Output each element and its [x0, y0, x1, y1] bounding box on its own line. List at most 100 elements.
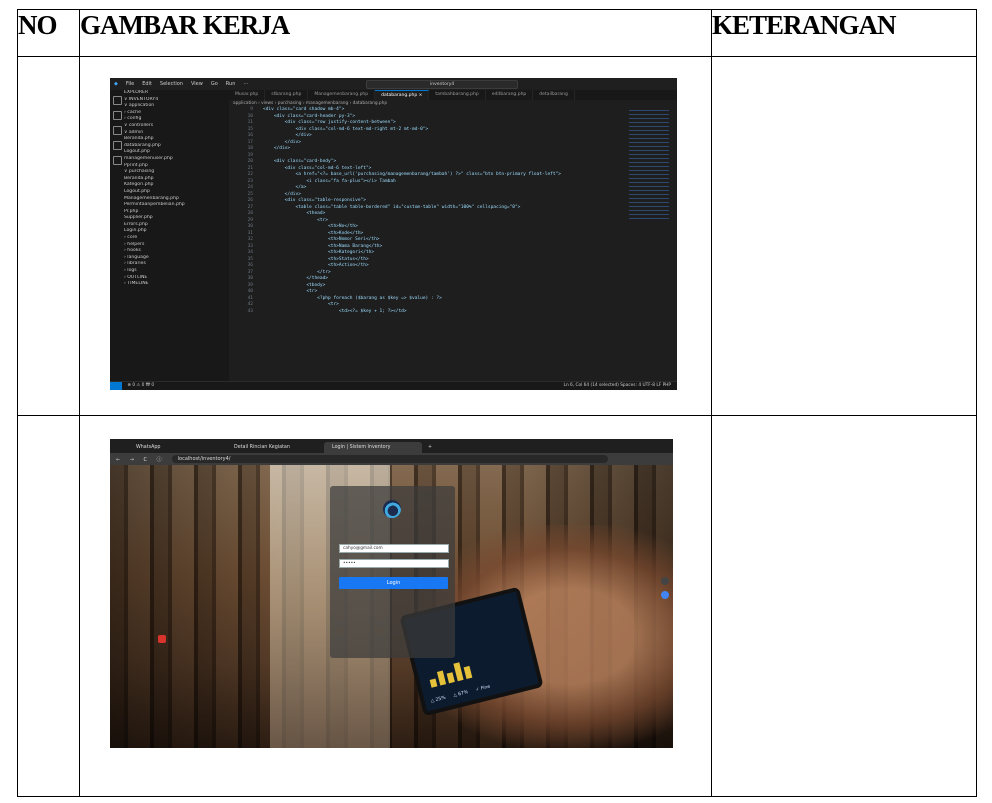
- status-problems: ⊗ 0 ⚠ 0 ₩ 0: [127, 383, 155, 388]
- new-tab-icon: +: [428, 445, 433, 450]
- line-number: 43: [247, 308, 253, 314]
- explorer-item: › hooks: [124, 248, 141, 254]
- explorer-item: Pr.php: [124, 208, 139, 214]
- command-search: inventory4: [366, 79, 519, 89]
- login-button: Login: [339, 577, 448, 589]
- code-text: <th>Status</th>: [263, 256, 369, 262]
- red-sign: [158, 635, 166, 643]
- menu-go: Go: [210, 81, 218, 87]
- source-control-icon: [112, 126, 122, 135]
- explorer-panel: EXPLORER ∨ INVENTORY4 ∨ application › cac…: [124, 90, 229, 382]
- code-text: <a href="<?= base_url('purchasing/manage…: [263, 172, 562, 177]
- header-keterangan: KETERANGAN: [711, 9, 977, 57]
- code-text: <th>Nomor Seri</th>: [263, 237, 380, 242]
- tab-whatsapp: WhatsApp: [136, 445, 161, 450]
- app-logo-icon: [383, 500, 401, 518]
- explorer-item: ∨ controllers: [124, 122, 154, 128]
- search-icon: [112, 111, 122, 120]
- code-text: <th>No</th>: [263, 224, 358, 229]
- browser-screenshot: WhatsApp Detail Rincian Kegiatan Login |…: [110, 439, 673, 748]
- activity-bar: [110, 90, 124, 382]
- explorer-item: Logout.php: [124, 188, 150, 194]
- code-text: </div>: [263, 146, 291, 151]
- explorer-item: › helpers: [124, 241, 145, 247]
- menu-run: Run: [225, 81, 236, 87]
- cell-no: [17, 56, 80, 416]
- code-line: 43 <td><?= $key + 1; ?></td>: [229, 309, 677, 316]
- vscode-screenshot: ◆ File Edit Selection View Go Run ··· in…: [110, 78, 677, 390]
- menu-view: View: [190, 81, 203, 87]
- code-text: </div>: [263, 133, 312, 138]
- explorer-item: Supplier.php: [124, 215, 153, 221]
- editor-tab: Managemenbarang.php: [308, 90, 376, 100]
- code-text: <div class="col-md-6 text-md-right mt-2 …: [263, 126, 429, 132]
- code-text: </tr>: [263, 269, 331, 275]
- status-cursor: Ln 6, Col 64 (14 selected) Spaces: 4 UTF…: [563, 383, 671, 388]
- explorer-item: Kategori.php: [124, 182, 154, 188]
- tablet-stats: △ 25% △ 67% ✓ Fine: [430, 684, 491, 705]
- explorer-item: ∨ admin: [124, 129, 144, 135]
- breadcrumb: application › views › purchasing › manag…: [233, 101, 388, 106]
- code-text: </thead>: [263, 276, 329, 281]
- cell-keterangan: [711, 415, 977, 797]
- password-field: •••••: [339, 559, 449, 568]
- code-text: <?php foreach ($barang as $key => $value…: [263, 295, 442, 301]
- editor-tab: editbarang.php: [486, 90, 534, 100]
- menu-selection: Selection: [159, 81, 183, 87]
- editor-tab: databarang.php ×: [375, 90, 430, 100]
- explorer-item: EXPLORER: [124, 90, 149, 95]
- editor-tab: Musar.php: [229, 90, 266, 100]
- cell-keterangan: [711, 56, 977, 416]
- explorer-item: › language: [124, 254, 149, 260]
- editor-tab: tambahbarang.php: [429, 90, 486, 100]
- header-row: NO GAMBAR KERJA KETERANGAN: [17, 9, 977, 57]
- explorer-item: › cache: [124, 109, 141, 115]
- side-tool-icon: [661, 577, 669, 585]
- work-table: NO GAMBAR KERJA KETERANGAN ◆ File Edit S…: [17, 9, 977, 797]
- run-debug-icon: [112, 141, 122, 150]
- explorer-item: Beranda.php: [124, 136, 154, 142]
- login-page: △ 25% △ 67% ✓ Fine cahyo@gmail.com •••••…: [110, 465, 673, 748]
- explorer-item: Pprint.php: [124, 162, 148, 168]
- explorer-item: databarang.php: [124, 142, 161, 148]
- code-text: <div class="row justify-content-between"…: [263, 120, 396, 125]
- explorer-item: Beranda.php: [124, 175, 154, 181]
- explorer-item: Login.php: [124, 228, 147, 234]
- cell-no: [17, 415, 80, 797]
- menu-more: ···: [243, 81, 249, 87]
- menu-edit: Edit: [142, 81, 152, 87]
- code-text: <div class="card-header py-3">: [263, 113, 356, 119]
- header-no: NO: [17, 9, 80, 57]
- code-text: </a>: [263, 185, 307, 190]
- tablet-bar-chart: [427, 660, 473, 688]
- explorer-item: › core: [124, 235, 138, 241]
- explorer-item: › TIMELINE: [124, 281, 149, 287]
- browser-tabstrip: WhatsApp Detail Rincian Kegiatan Login |…: [110, 439, 673, 453]
- vscode-titlebar: ◆ File Edit Selection View Go Run ··· in…: [110, 78, 677, 90]
- extensions-icon: [112, 156, 122, 165]
- code-text: </div>: [263, 139, 301, 145]
- explorer-item: › logs: [124, 268, 137, 274]
- code-text: <div class="card-body">: [263, 159, 337, 164]
- code-text: <td><?= $key + 1; ?></td>: [263, 308, 407, 314]
- editor-tab: stbarang.php: [265, 90, 309, 100]
- code-text: <table class="table table-bordered" id="…: [263, 204, 521, 210]
- code-text: <div class="card shadow mb-4">: [263, 107, 345, 112]
- explorer-item: Logout.php: [124, 149, 150, 155]
- editor-tab: detailbarang: [533, 90, 575, 100]
- address-bar: ← → C ⓘ localhost/inventory4/: [110, 453, 673, 465]
- code-text: <th>Kategori</th>: [263, 250, 375, 255]
- explorer-item: Managemenbarang.php: [124, 195, 179, 201]
- code-text: <th>Action</th>: [263, 263, 369, 268]
- code-lines: 9 <div class="card shadow mb-4"> 10 <div c…: [229, 107, 677, 315]
- tab-login: Login | Sistem Inventory: [324, 442, 422, 453]
- explorer-item: Permintaanpembelian.php: [124, 202, 185, 208]
- code-text: <div class="table-responsive">: [263, 198, 366, 203]
- editor-tabs: Musar.php stbarang.php Managemenbarang.php…: [229, 90, 677, 100]
- explorer-item: ∨ purchasing: [124, 169, 155, 175]
- email-field: cahyo@gmail.com: [339, 544, 449, 553]
- nav-buttons: ← → C ⓘ: [116, 456, 166, 463]
- explorer-item: ∨ INVENTORY4: [124, 96, 159, 102]
- url-field: localhost/inventory4/: [171, 455, 608, 463]
- tab-detail-rincian: Detail Rincian Kegiatan: [234, 445, 290, 450]
